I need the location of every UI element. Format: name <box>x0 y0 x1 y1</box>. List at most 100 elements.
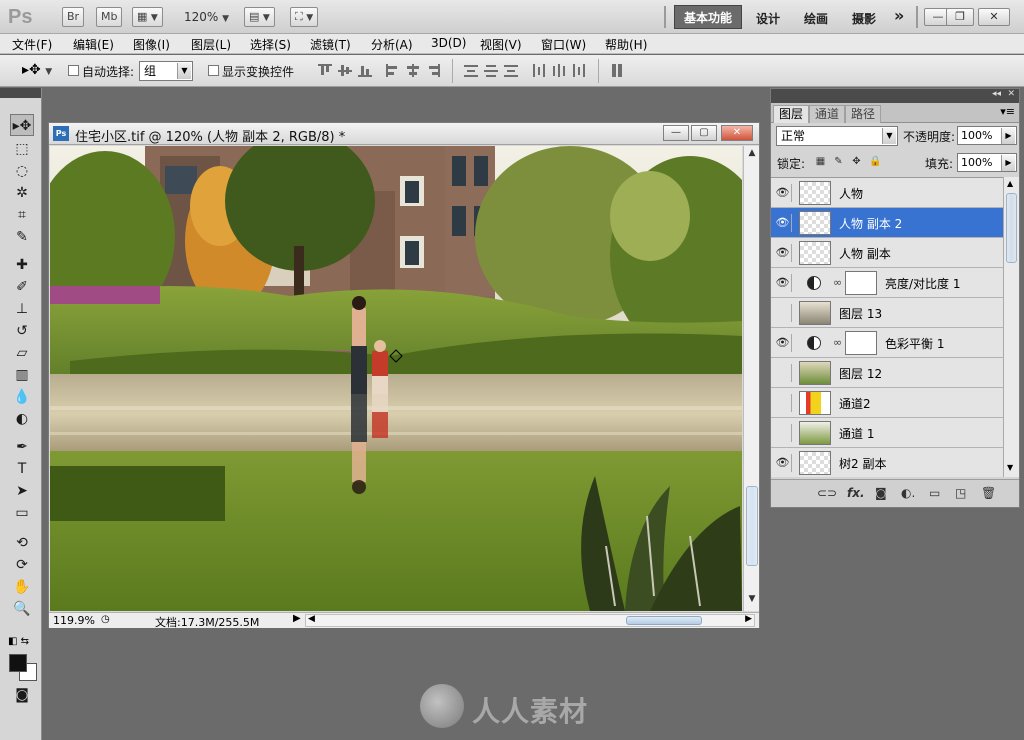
layer-row[interactable]: 图层 13 <box>771 298 1003 328</box>
eye-off-slot[interactable] <box>774 424 792 442</box>
document-vertical-scrollbar[interactable]: ▲ ▼ <box>743 146 759 611</box>
scroll-up-icon[interactable]: ▲ <box>746 148 758 162</box>
auto-align-icon[interactable] <box>610 64 624 77</box>
layer-row[interactable]: 👁 树2 副本 <box>771 448 1003 477</box>
menu-window[interactable]: 窗口(W) <box>541 36 586 53</box>
foreground-color-swatch[interactable] <box>9 654 27 672</box>
lock-pixels-icon[interactable]: ✎ <box>833 156 844 167</box>
lock-position-icon[interactable]: ✥ <box>851 156 862 167</box>
menu-help[interactable]: 帮助(H) <box>605 36 647 53</box>
eye-icon[interactable]: 👁 <box>774 274 792 292</box>
menu-3d[interactable]: 3D(D) <box>431 36 466 50</box>
eraser-tool-icon[interactable]: ▱ <box>10 342 34 364</box>
workspace-design[interactable]: 设计 <box>756 10 780 27</box>
screen-mode-button[interactable]: ⛶ ▼ <box>290 7 319 27</box>
move-tool-icon[interactable]: ▸✥ <box>10 114 34 136</box>
chain-link-icon[interactable]: ∞ <box>833 336 842 349</box>
chain-link-icon[interactable]: ∞ <box>833 276 842 289</box>
crop-tool-icon[interactable]: ⌗ <box>10 204 34 226</box>
link-icon[interactable]: ⊂⊃ <box>817 486 837 500</box>
eye-icon[interactable]: 👁 <box>774 454 792 472</box>
fill-field[interactable]: 100% ▶ <box>957 153 1017 172</box>
document-title-bar[interactable]: Ps 住宅小区.tif @ 120% (人物 副本 2, RGB/8) * — … <box>49 123 759 145</box>
layer-row[interactable]: 👁 人物 <box>771 178 1003 208</box>
distribute-bottom-icon[interactable] <box>504 64 518 77</box>
quick-select-tool-icon[interactable]: ✲ <box>10 182 34 204</box>
close-button[interactable]: ✕ <box>978 8 1010 26</box>
vertical-scroll-thumb[interactable] <box>746 486 758 566</box>
trash-icon[interactable]: 🗑 <box>981 486 996 500</box>
workspace-painting[interactable]: 绘画 <box>804 10 828 27</box>
layers-scroll-thumb[interactable] <box>1006 193 1017 263</box>
pen-tool-icon[interactable]: ✒ <box>10 436 34 458</box>
distribute-top-icon[interactable] <box>464 64 478 77</box>
default-colors-icon[interactable]: ◧ ⇆ <box>8 636 29 647</box>
align-left-icon[interactable] <box>386 64 400 77</box>
align-top-icon[interactable] <box>318 64 332 77</box>
scroll-down-icon[interactable]: ▼ <box>746 594 758 608</box>
zoom-level[interactable]: 120% ▼ <box>184 10 229 24</box>
menu-filter[interactable]: 滤镜(T) <box>310 36 351 53</box>
menu-edit[interactable]: 编辑(E) <box>73 36 114 53</box>
eyedropper-tool-icon[interactable]: ✎ <box>10 226 34 248</box>
image-canvas[interactable] <box>50 146 742 611</box>
menu-image[interactable]: 图像(I) <box>133 36 170 53</box>
distribute-right-icon[interactable] <box>572 64 586 77</box>
move-tool-preset-icon[interactable]: ▸✥ ▼ <box>22 62 52 78</box>
align-bottom-icon[interactable] <box>358 64 372 77</box>
document-horizontal-scrollbar[interactable]: ◀ ▶ <box>305 614 755 627</box>
workspace-essentials[interactable]: 基本功能 <box>674 5 742 29</box>
eye-off-slot[interactable] <box>774 394 792 412</box>
doc-maximize-button[interactable]: ▢ <box>691 125 717 141</box>
arrange-documents-button[interactable]: ▤ ▼ <box>244 7 275 27</box>
hand-tool-icon[interactable]: ✋ <box>10 576 34 598</box>
tab-paths[interactable]: 路径 <box>845 105 882 123</box>
layer-row[interactable]: 通道 1 <box>771 418 1003 448</box>
restore-button[interactable]: ❐ <box>946 8 974 26</box>
layers-scrollbar[interactable]: ▲ ▼ <box>1003 177 1019 477</box>
3d-orbit-tool-icon[interactable]: ⟳ <box>10 554 34 576</box>
distribute-vcenter-icon[interactable] <box>484 64 498 77</box>
menu-analysis[interactable]: 分析(A) <box>371 36 413 53</box>
zoom-tool-icon[interactable]: 🔍 <box>10 598 34 620</box>
adjustment-icon[interactable]: ◐. <box>901 486 915 500</box>
eye-icon[interactable]: 👁 <box>774 214 792 232</box>
layer-row-selected[interactable]: 👁 人物 副本 2 <box>771 208 1003 238</box>
horizontal-scroll-thumb[interactable] <box>626 616 702 625</box>
align-vcenter-icon[interactable] <box>338 64 352 77</box>
marquee-tool-icon[interactable]: ⬚ <box>10 138 34 160</box>
tab-channels[interactable]: 通道 <box>809 105 846 123</box>
menu-file[interactable]: 文件(F) <box>12 36 52 53</box>
bridge-button[interactable]: Br <box>62 7 85 27</box>
workspace-photography[interactable]: 摄影 <box>852 10 876 27</box>
eye-icon[interactable]: 👁 <box>774 334 792 352</box>
scroll-right-icon[interactable]: ▶ <box>745 614 752 624</box>
new-layer-icon[interactable]: ◳ <box>955 486 966 500</box>
panel-menu-icon[interactable]: ▾≡ <box>1000 105 1015 118</box>
type-tool-icon[interactable]: T <box>10 458 34 480</box>
show-transform-checkbox[interactable] <box>208 65 219 76</box>
dodge-tool-icon[interactable]: ◐ <box>10 408 34 430</box>
auto-select-checkbox[interactable] <box>68 65 79 76</box>
tab-layers[interactable]: 图层 <box>773 105 810 123</box>
quick-mask-icon[interactable]: ◙ <box>10 684 34 706</box>
mini-bridge-button[interactable]: Mb <box>96 7 123 27</box>
lock-transparency-icon[interactable]: ▦ <box>815 156 826 167</box>
scroll-down-icon[interactable]: ▼ <box>1007 463 1013 472</box>
view-extras-button[interactable]: ▦ ▼ <box>132 7 163 27</box>
menu-view[interactable]: 视图(V) <box>480 36 522 53</box>
align-hcenter-icon[interactable] <box>406 64 420 77</box>
clone-stamp-tool-icon[interactable]: ⊥ <box>10 298 34 320</box>
chevron-right-icon[interactable]: ▶ <box>1001 155 1015 171</box>
status-menu-icon[interactable]: ◷ <box>101 614 110 625</box>
healing-brush-tool-icon[interactable]: ✚ <box>10 254 34 276</box>
eye-off-slot[interactable] <box>774 304 792 322</box>
layer-row[interactable]: 👁 人物 副本 <box>771 238 1003 268</box>
distribute-hcenter-icon[interactable] <box>552 64 566 77</box>
brush-tool-icon[interactable]: ✐ <box>10 276 34 298</box>
mask-icon[interactable]: ◙ <box>875 486 887 500</box>
blend-mode-dropdown[interactable]: 正常 ▼ <box>776 126 898 146</box>
eye-icon[interactable]: 👁 <box>774 244 792 262</box>
doc-close-button[interactable]: ✕ <box>721 125 753 141</box>
doc-minimize-button[interactable]: — <box>663 125 689 141</box>
